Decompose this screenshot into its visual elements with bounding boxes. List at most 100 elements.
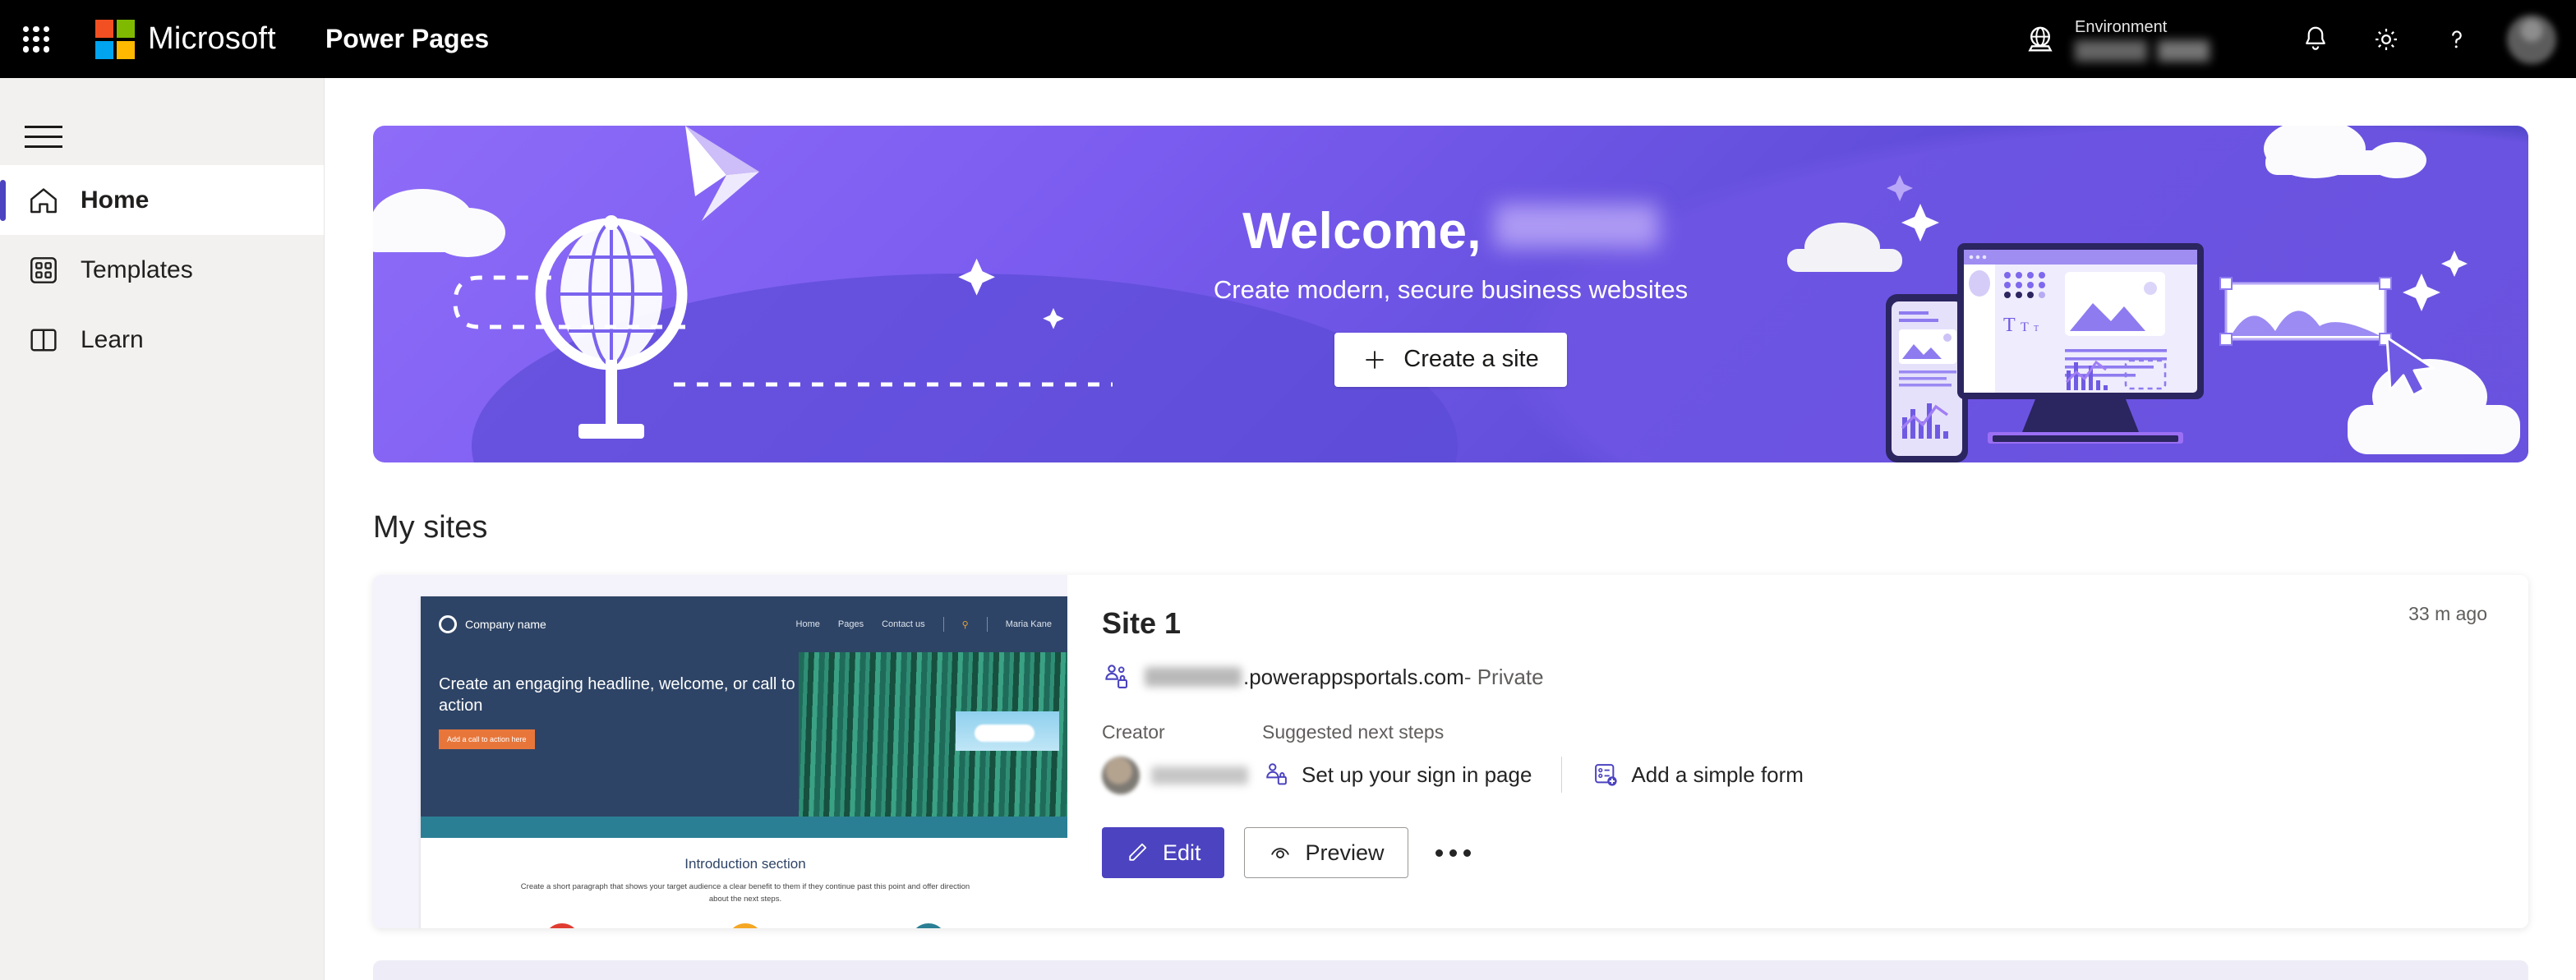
notifications-button[interactable] [2280,0,2351,78]
thumb-intro-section: Introduction section Create a short para… [421,838,1067,928]
create-a-site-label: Create a site [1403,346,1539,372]
thumb-company-name: Company name [465,618,546,631]
thumb-circle-red [543,923,580,928]
divider [1561,757,1563,793]
next-site-card-partial [373,960,2528,980]
thumb-nav-pages: Pages [837,619,864,629]
site-preview-thumbnail: Company name Home Pages Contact us ⚲ Mar… [421,596,1067,928]
welcome-user-name [1494,203,1659,248]
environment-label: Environment [2075,18,2168,36]
thumb-circle-teal [910,923,947,928]
thumb-circles [421,923,1067,928]
more-options-button[interactable] [1428,827,1479,878]
step-label: Add a simple form [1631,761,1804,787]
microsoft-wordmark: Microsoft [148,21,276,56]
creator-label: Creator [1102,721,1165,743]
sidebar-item-label: Learn [81,325,144,353]
site-url[interactable]: .powerappsportals.com - Private [1145,665,1544,690]
site-card-body: 33 m ago Site 1 .powerappsportals.com - … [1067,575,2528,928]
hero-welcome-line: Welcome, [1242,202,1659,260]
thumb-hero: Create an engaging headline, welcome, or… [421,652,1067,817]
site-meta-row: Creator Suggested next steps Set up your… [1102,721,2487,794]
sidebar-navigation: Home Templates Learn [0,78,325,980]
thumb-user-name: Maria Kane [1005,619,1052,629]
site-actions: Edit Preview [1102,827,2487,878]
creator-row [1102,757,1262,794]
site-subdomain [1145,667,1242,687]
environment-picker[interactable]: Environment [2024,16,2247,62]
top-app-bar: Microsoft Power Pages Environment [0,0,2576,78]
site-visibility: - Private [1463,664,1544,689]
welcome-greeting: Welcome, [1242,202,1482,260]
sidebar-item-label: Home [81,186,150,214]
welcome-hero-banner: T T T Welcome, Create modern, secure bus… [373,126,2528,462]
divider [986,617,988,632]
bell-icon [2306,26,2325,50]
plus-icon [1366,350,1384,369]
menu-toggle-icon[interactable] [25,108,82,165]
preview-button[interactable]: Preview [1243,827,1408,878]
sidebar-item-templates[interactable]: Templates [0,235,324,305]
thumb-intro-title: Introduction section [684,856,806,872]
thumb-sky-gap [956,711,1059,751]
suggested-steps-row: Set up your sign in page Add a simple fo… [1262,757,2487,793]
step-label: Set up your sign in page [1302,761,1532,787]
globe-environment-icon [2028,26,2053,51]
creator-name [1151,766,1248,784]
eye-icon [1270,848,1289,858]
thumb-intro-text: Create a short paragraph that shows your… [520,882,970,904]
preview-label: Preview [1305,840,1385,865]
form-add-icon [1595,764,1618,786]
sidebar-item-home[interactable]: Home [0,165,324,235]
user-avatar[interactable] [2507,14,2556,64]
templates-icon [25,251,62,289]
edit-button[interactable]: Edit [1102,827,1224,878]
thumb-search-icon: ⚲ [961,619,969,630]
suggested-steps-label: Suggested next steps [1262,721,1445,743]
thumb-logo-icon [439,615,457,633]
site-domain: .powerappsportals.com [1243,664,1464,689]
suggested-steps-column: Suggested next steps Set up your sign in… [1262,721,2487,794]
divider [942,617,944,632]
creator-column: Creator [1102,721,1262,794]
question-mark-icon [2452,30,2462,48]
sidebar-item-learn[interactable]: Learn [0,305,324,375]
settings-button[interactable] [2351,0,2422,78]
creator-avatar [1102,757,1140,794]
site-name: Site 1 [1102,606,1182,640]
topbar-right-group: Environment [2024,0,2576,78]
step-add-simple-form[interactable]: Add a simple form [1592,761,1804,789]
thumb-headline: Create an engaging headline, welcome, or… [439,675,795,715]
site-card: Company name Home Pages Contact us ⚲ Mar… [373,575,2528,928]
gear-icon [2376,28,2397,50]
environment-value [2075,40,2247,62]
main-content: T T T Welcome, Create modern, secure bus… [325,78,2576,980]
edit-label: Edit [1163,840,1201,865]
site-last-modified: 33 m ago [2408,603,2487,624]
thumb-nav-bar: Company name Home Pages Contact us ⚲ Mar… [421,596,1067,652]
sidebar-item-label: Templates [81,255,193,283]
thumb-nav-contact: Contact us [882,619,925,629]
person-lock-icon [1266,763,1287,785]
microsoft-logo-icon [95,19,135,59]
help-button[interactable] [2422,0,2492,78]
thumb-nav-home: Home [795,619,820,629]
app-title[interactable]: Power Pages [325,24,489,54]
pencil-icon [1129,843,1147,861]
thumb-hero-image [799,652,1067,817]
people-lock-icon [1105,665,1128,688]
site-url-row: .powerappsportals.com - Private [1102,662,2487,692]
thumb-cta-button: Add a call to action here [439,729,535,749]
thumb-circle-orange [726,923,763,928]
hero-tagline: Create modern, secure business websites [1213,274,1689,304]
step-setup-sign-in-page[interactable]: Set up your sign in page [1262,761,1532,789]
thumb-accent-band [421,817,1067,838]
hero-text-block: Welcome, Create modern, secure business … [373,126,2528,462]
page-title: My sites [373,510,488,545]
thumb-nav-links: Home Pages Contact us ⚲ Maria Kane [796,617,1052,632]
app-launcher-waffle-icon[interactable] [18,21,54,58]
home-icon [25,182,62,219]
create-a-site-button[interactable]: Create a site [1334,332,1567,387]
learn-book-icon [25,321,62,359]
site-thumbnail-pane[interactable]: Company name Home Pages Contact us ⚲ Mar… [373,575,1067,928]
